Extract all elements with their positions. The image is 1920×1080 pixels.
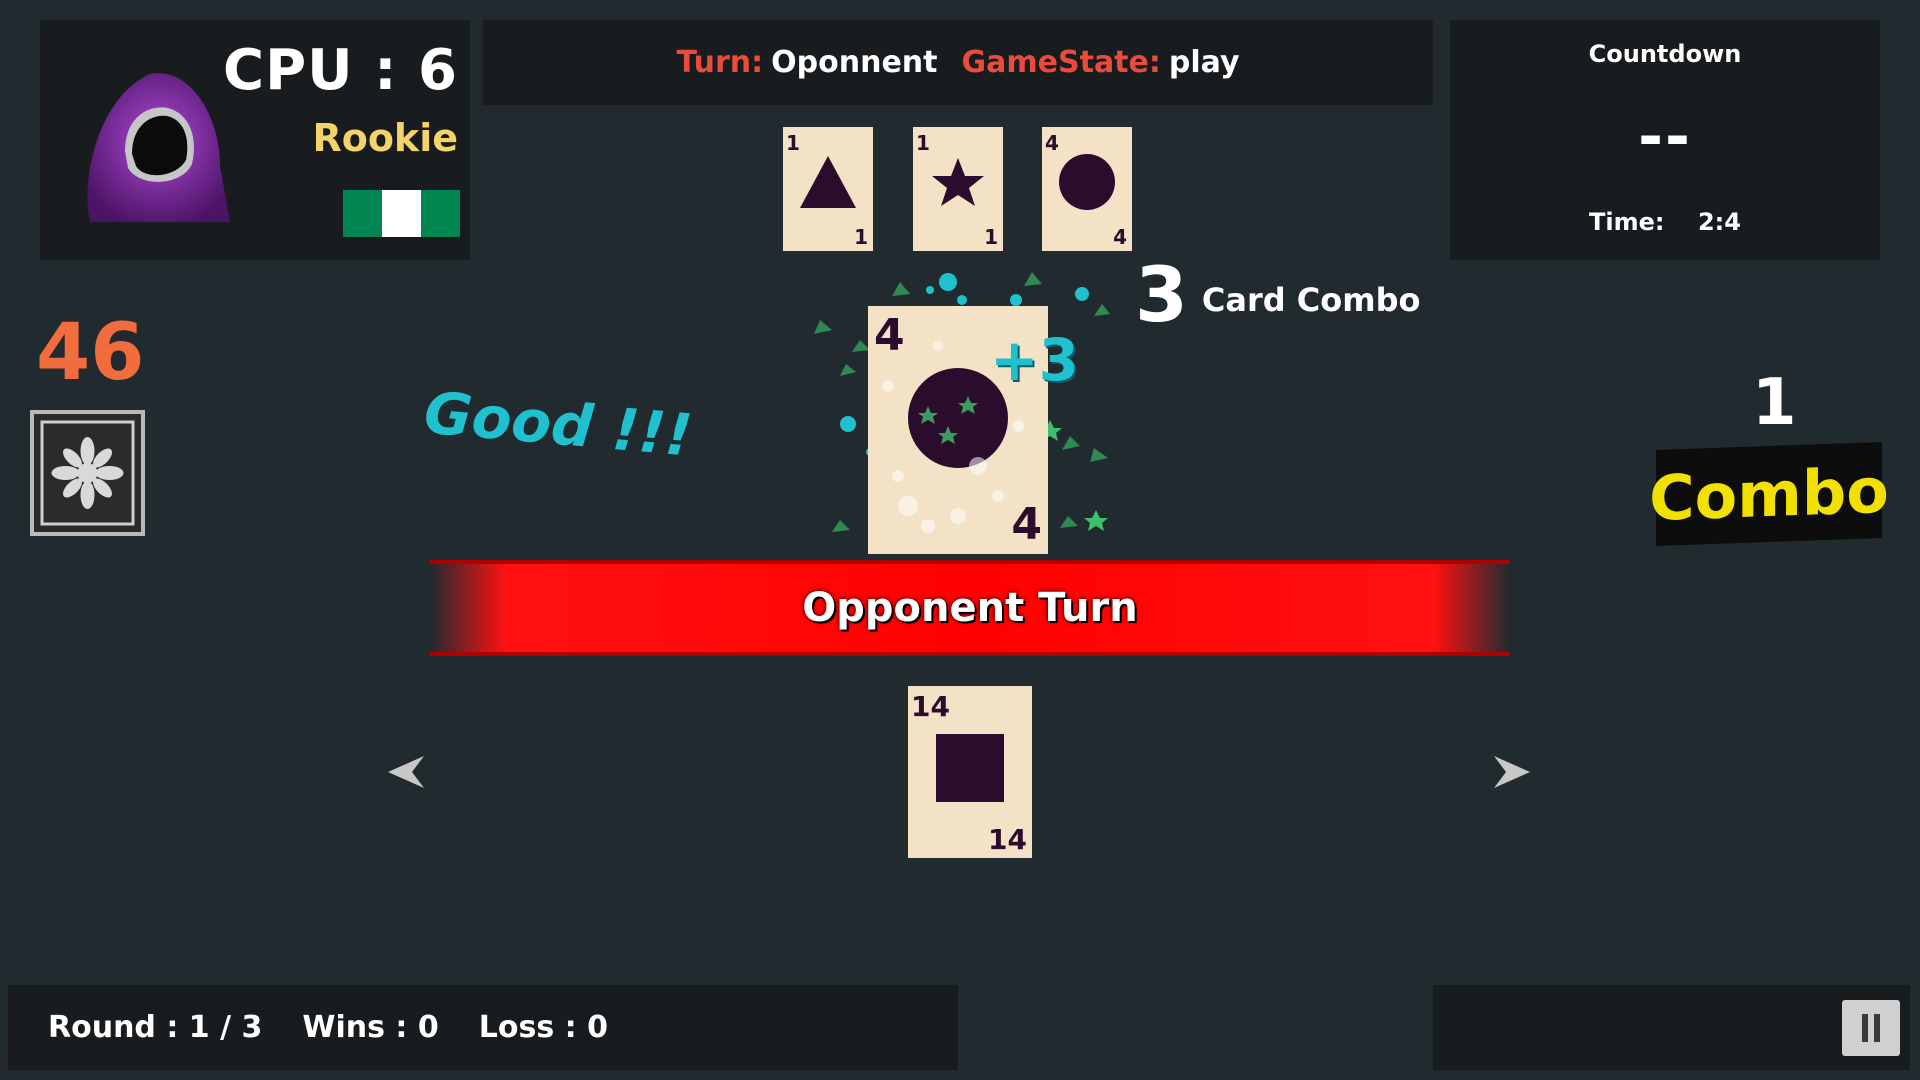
countdown-title: Countdown xyxy=(1588,40,1742,68)
countdown-panel: Countdown -- Time: 2:4 xyxy=(1450,20,1880,260)
card-rank: 14 xyxy=(988,823,1027,856)
circle-icon xyxy=(1059,154,1115,210)
gamestate-label: GameState: xyxy=(961,45,1161,80)
flag-stripe xyxy=(382,190,421,237)
card-combo-indicator: 3 Card Combo xyxy=(1135,250,1421,339)
turn-banner: Opponent Turn xyxy=(430,560,1510,656)
card-rank: 14 xyxy=(911,690,950,723)
time-row: Time: 2:4 xyxy=(1450,208,1880,236)
cpu-score: CPU : 6 xyxy=(223,38,458,103)
combo-label: Card Combo xyxy=(1201,280,1421,319)
combo-card: 4 4 xyxy=(1042,127,1132,251)
pause-icon xyxy=(1874,1014,1880,1042)
card-rank: 1 xyxy=(984,225,998,249)
turn-label: Turn: xyxy=(676,45,764,80)
countdown-value: -- xyxy=(1638,102,1692,172)
pause-icon xyxy=(1862,1014,1868,1042)
right-combo-word: Combo xyxy=(1649,442,1889,546)
country-flag xyxy=(343,190,460,237)
flag-stripe xyxy=(421,190,460,237)
round-info-bar: Round : 1 / 3 Wins : 0 Loss : 0 xyxy=(8,985,958,1070)
loss-text: Loss : 0 xyxy=(478,1010,608,1045)
combo-plus: +3 xyxy=(990,326,1079,394)
combo-card: 1 1 xyxy=(783,127,873,251)
opponent-panel: CPU : 6 Rookie xyxy=(40,20,470,260)
wins-text: Wins : 0 xyxy=(302,1010,439,1045)
pause-button[interactable] xyxy=(1842,1000,1900,1056)
feedback-text: Good !!! xyxy=(421,378,695,470)
deck-card-back-icon[interactable] xyxy=(30,410,145,536)
turn-value: Oponnent xyxy=(771,45,938,80)
status-bar: Turn: Oponnent GameState: play xyxy=(483,20,1433,105)
bottom-right-bar xyxy=(1433,985,1910,1070)
turn-banner-text: Opponent Turn xyxy=(802,585,1138,631)
player-score: 46 xyxy=(36,308,145,398)
star-icon xyxy=(932,158,984,206)
round-text: Round : 1 / 3 xyxy=(48,1010,263,1045)
combo-card: 1 1 xyxy=(913,127,1003,251)
right-combo-count: 1 xyxy=(1752,366,1797,440)
arrow-left-icon[interactable] xyxy=(384,752,428,792)
opponent-rank: Rookie xyxy=(312,116,458,160)
square-icon xyxy=(936,734,1004,802)
gamestate-value: play xyxy=(1168,45,1240,80)
flag-stripe xyxy=(343,190,382,237)
card-rank: 4 xyxy=(1113,225,1127,249)
time-value: 2:4 xyxy=(1697,208,1741,236)
card-rank: 1 xyxy=(854,225,868,249)
triangle-icon xyxy=(800,156,856,208)
combo-count: 3 xyxy=(1135,250,1188,339)
hooded-avatar-icon xyxy=(87,73,230,222)
hand-card[interactable]: 14 14 xyxy=(908,686,1032,858)
time-label: Time: xyxy=(1589,208,1665,236)
arrow-right-icon[interactable] xyxy=(1490,752,1534,792)
